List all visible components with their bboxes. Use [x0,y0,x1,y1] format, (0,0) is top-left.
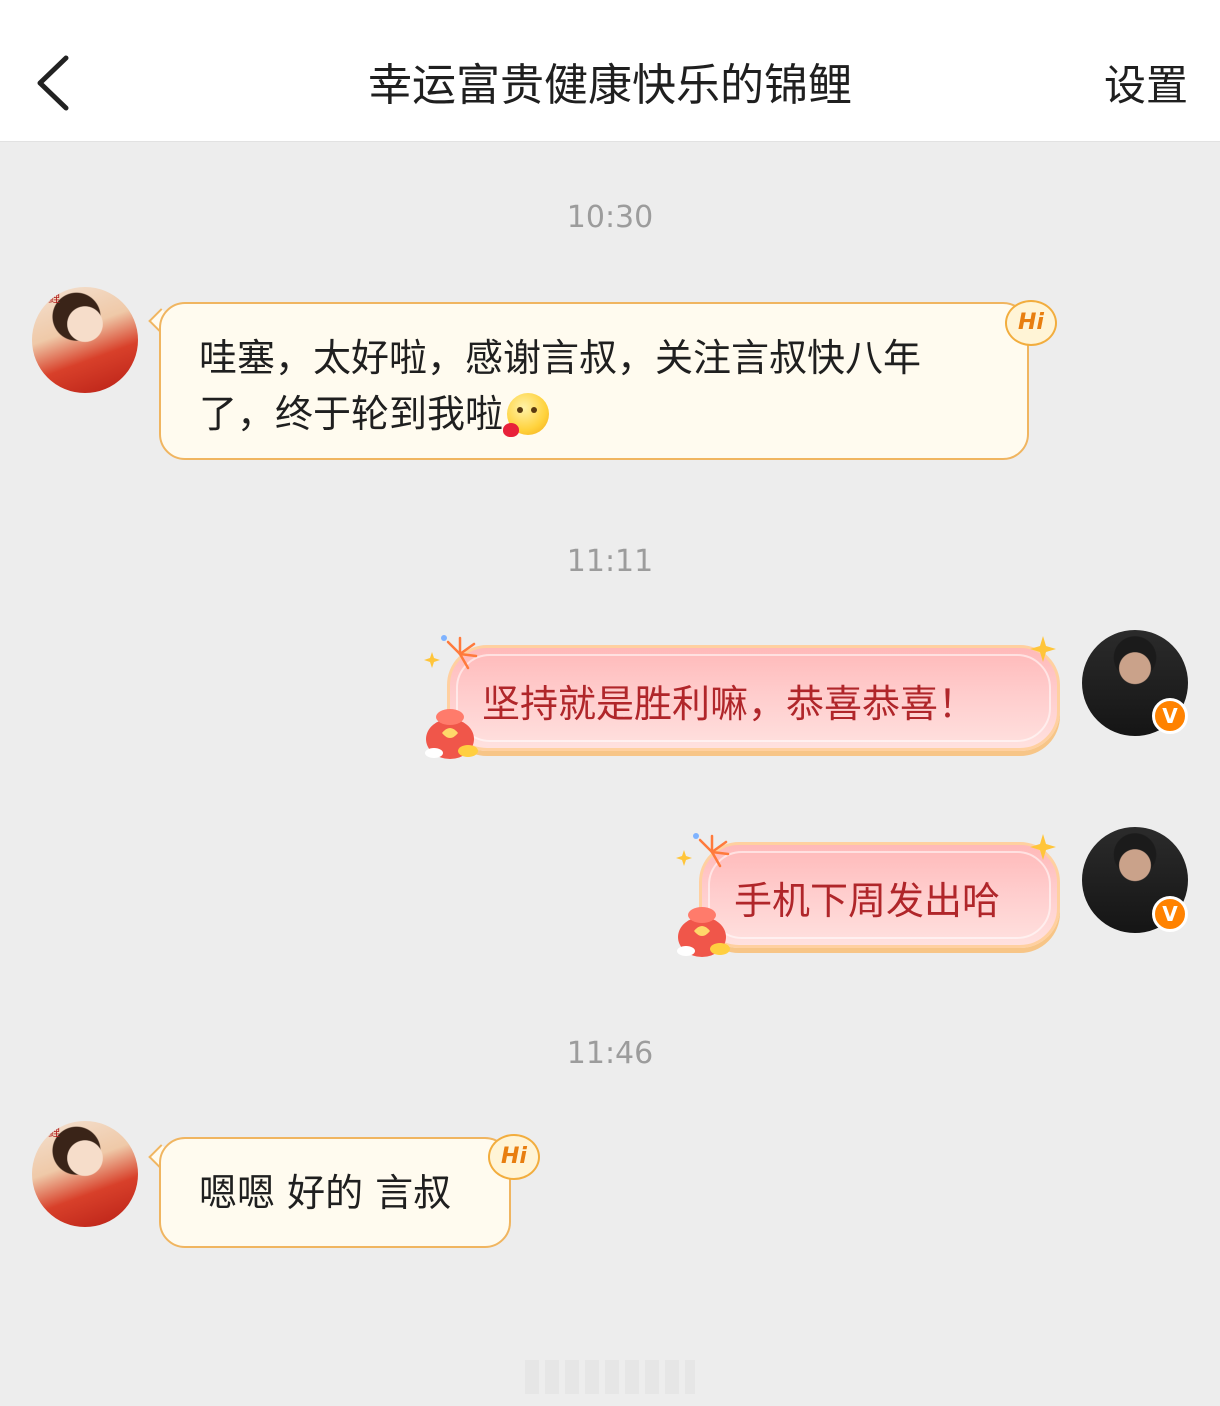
back-button[interactable] [30,50,80,116]
message-bubble-outgoing[interactable]: 坚持就是胜利嘛，恭喜恭喜！ [447,645,1060,751]
sparkle-icon [1030,636,1056,662]
lucky-bag-icon [677,907,730,957]
watermark [525,1360,695,1394]
hi-badge-icon: Hi [488,1134,540,1180]
message-text: 哇塞，太好啦，感谢言叔，关注言叔快八年了，终于轮到我啦 [199,336,922,436]
sender-avatar[interactable]: 锦鲤 [32,287,138,393]
message-text: 坚持就是胜利嘛，恭喜恭喜！ [482,682,977,726]
firework-icon [676,833,730,868]
sparkle-icon [1030,834,1056,860]
message-bubble-outgoing[interactable]: 手机下周发出哈 [699,842,1060,948]
settings-button[interactable]: 设置 [1104,56,1188,116]
message-bubble-incoming[interactable]: 哇塞，太好啦，感谢言叔，关注言叔快八年了，终于轮到我啦 [159,302,1029,460]
sender-avatar[interactable]: 锦鲤 [32,1121,138,1227]
chevron-left-icon [37,55,69,111]
hi-badge-icon: Hi [1005,300,1057,346]
lucky-bag-icon [425,709,478,759]
verified-badge-icon: V [1152,896,1188,932]
timestamp: 10:30 [566,200,654,235]
shy-face-emoji-icon [503,393,550,437]
avatar-logo-text: 锦鲤 [36,1125,61,1139]
chat-title: 幸运富贵健康快乐的锦鲤 [368,60,852,111]
timestamp: 11:46 [566,1036,654,1071]
verified-badge-icon: V [1152,698,1188,734]
message-text: 手机下周发出哈 [734,879,1001,923]
message-bubble-incoming[interactable]: 嗯嗯 好的 言叔 [159,1137,511,1248]
avatar-logo-text: 锦鲤 [36,291,61,305]
firework-icon [424,635,478,670]
message-text: 嗯嗯 好的 言叔 [199,1171,452,1215]
timestamp: 11:11 [566,544,654,579]
top-nav-bar: 幸运富贵健康快乐的锦鲤 设置 [0,0,1220,142]
